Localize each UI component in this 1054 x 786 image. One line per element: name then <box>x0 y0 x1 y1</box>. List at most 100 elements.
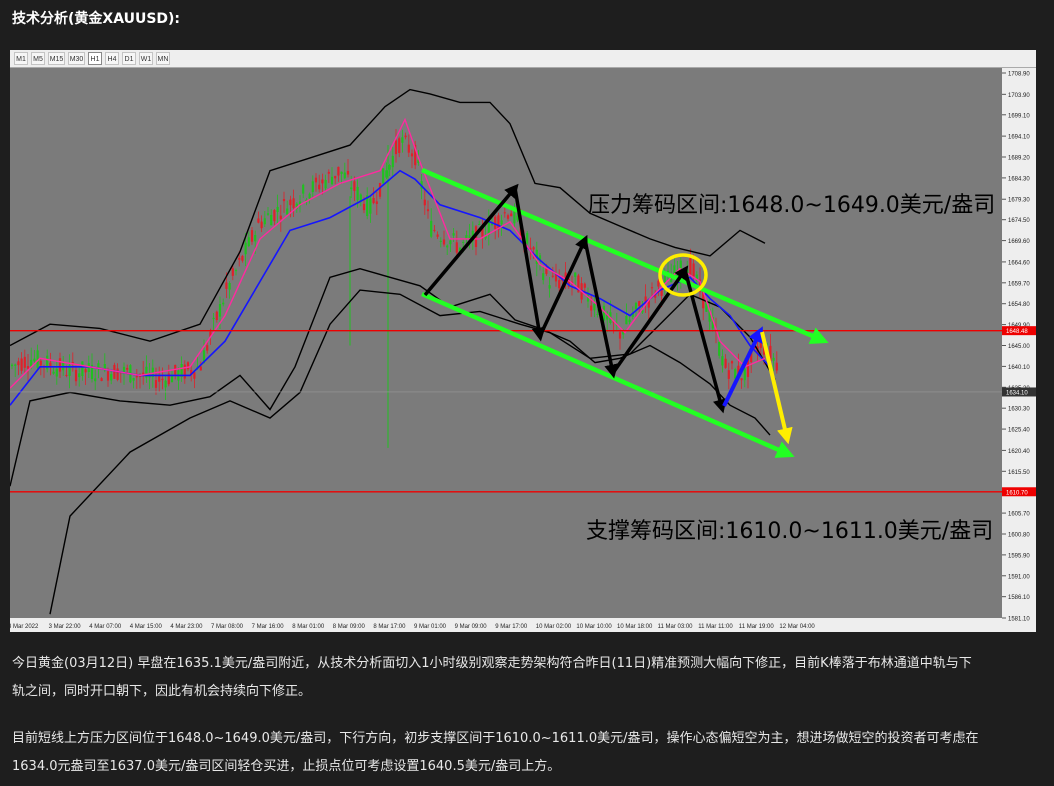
candle-body <box>401 137 404 143</box>
time-axis-label: 3 Mar 2022 <box>10 624 39 630</box>
candle-body <box>433 229 436 231</box>
price-axis-label: 1664.60 <box>1008 260 1030 266</box>
candle-body <box>321 179 324 184</box>
candle-body <box>238 257 241 260</box>
timeframe-h4-button[interactable]: H4 <box>105 52 119 65</box>
candle-body <box>257 218 260 223</box>
candle-body <box>270 214 273 226</box>
price-axis-label: 1703.90 <box>1008 93 1030 99</box>
candle-body <box>206 345 209 351</box>
candle-body <box>692 263 695 277</box>
price-axis-label: 1659.70 <box>1008 281 1030 287</box>
candle-body <box>452 233 455 236</box>
timeframe-m5-button[interactable]: M5 <box>31 52 45 65</box>
price-axis-label: 1581.10 <box>1008 617 1030 623</box>
candle-body <box>394 140 398 155</box>
candle-body <box>183 364 186 379</box>
candle-body <box>158 376 161 382</box>
candle-body <box>33 358 36 362</box>
candle-body <box>353 181 356 191</box>
time-axis-label: 3 Mar 22:00 <box>49 624 82 630</box>
candle-body <box>442 239 446 245</box>
price-axis-label: 1679.30 <box>1008 198 1030 204</box>
candle-body <box>356 186 359 201</box>
candle-body <box>503 212 506 214</box>
time-axis-label: 7 Mar 16:00 <box>252 624 285 630</box>
timeframe-m1-button[interactable]: M1 <box>14 52 28 65</box>
candle-body <box>593 303 596 311</box>
candle-body <box>378 183 382 197</box>
candle-body <box>423 199 426 206</box>
price-axis-label: 1625.40 <box>1008 428 1030 434</box>
candle-body <box>369 198 372 214</box>
price-tag-lower: 1610.70 <box>1006 490 1028 496</box>
candle-body <box>234 270 238 272</box>
candle-body <box>382 168 385 184</box>
candle-body <box>478 224 481 226</box>
candle-body <box>17 361 20 366</box>
price-axis-label: 1654.80 <box>1008 302 1030 308</box>
candle-body <box>199 366 202 371</box>
candle-body <box>135 375 138 378</box>
candle-body <box>730 361 734 364</box>
candle-body <box>625 315 628 325</box>
price-axis-label: 1674.50 <box>1008 218 1030 224</box>
candle-body <box>97 363 100 368</box>
candle-body <box>446 245 449 248</box>
candle-body <box>286 208 289 215</box>
candle-body <box>10 364 14 367</box>
candle-body <box>574 272 577 277</box>
candle-body <box>318 184 321 190</box>
candle-body <box>500 220 503 225</box>
candle-body <box>404 135 407 138</box>
timeframe-mn-button[interactable]: MN <box>156 52 170 65</box>
candle-body <box>74 369 78 382</box>
paragraph-line: 轨之间，同时开口朝下，因此有机会持续向下修正。 <box>12 684 312 699</box>
candle-body <box>186 362 190 370</box>
candle-body <box>391 155 394 168</box>
candle-body <box>724 358 727 368</box>
candle-body <box>241 255 244 261</box>
resistance-zone-label: 压力筹码区间:1648.0~1649.0美元/盎司 <box>588 193 995 218</box>
candle-body <box>58 358 62 372</box>
candle-body <box>244 242 247 255</box>
price-axis-label: 1708.90 <box>1008 72 1030 78</box>
candle-body <box>218 304 222 317</box>
candle-body <box>558 280 561 289</box>
timeframe-m15-button[interactable]: M15 <box>48 52 65 65</box>
candle-body <box>727 370 730 379</box>
candle-body <box>689 257 692 276</box>
price-tag-upper: 1648.48 <box>1006 329 1028 335</box>
price-axis-label: 1689.20 <box>1008 156 1030 162</box>
time-axis-label: 8 Mar 17:00 <box>373 624 406 630</box>
timeframe-d1-button[interactable]: D1 <box>122 52 136 65</box>
candle-body <box>375 201 378 204</box>
time-axis-label: 4 Mar 07:00 <box>89 624 122 630</box>
candle-body <box>282 199 286 202</box>
time-axis-label: 10 Mar 18:00 <box>617 624 653 630</box>
candle-body <box>330 176 334 185</box>
timeframe-w1-button[interactable]: W1 <box>139 52 153 65</box>
timeframe-m30-button[interactable]: M30 <box>68 52 85 65</box>
price-axis-label: 1694.10 <box>1008 135 1030 141</box>
candle-body <box>596 313 599 315</box>
timeframe-h1-button[interactable]: H1 <box>88 52 102 65</box>
candle-body <box>110 374 113 381</box>
candle-body <box>250 230 254 242</box>
analysis-paragraph-2: 目前短线上方压力区间位于1648.0~1649.0美元/盎司，下行方向，初步支撑… <box>12 725 1042 781</box>
candle-body <box>260 221 263 229</box>
candle-body <box>84 369 87 373</box>
candle-body <box>721 356 724 366</box>
candle-body <box>510 213 513 217</box>
candle-body <box>78 373 81 378</box>
candle-body <box>279 215 282 220</box>
candle-body <box>583 283 586 288</box>
candle-body <box>132 378 135 381</box>
price-axis-label: 1586.10 <box>1008 595 1030 601</box>
candle-body <box>634 302 638 310</box>
candle-body <box>231 268 234 276</box>
time-axis-label: 9 Mar 17:00 <box>495 624 528 630</box>
candle-body <box>618 332 622 339</box>
candle-body <box>718 341 721 356</box>
candle-body <box>324 179 327 189</box>
